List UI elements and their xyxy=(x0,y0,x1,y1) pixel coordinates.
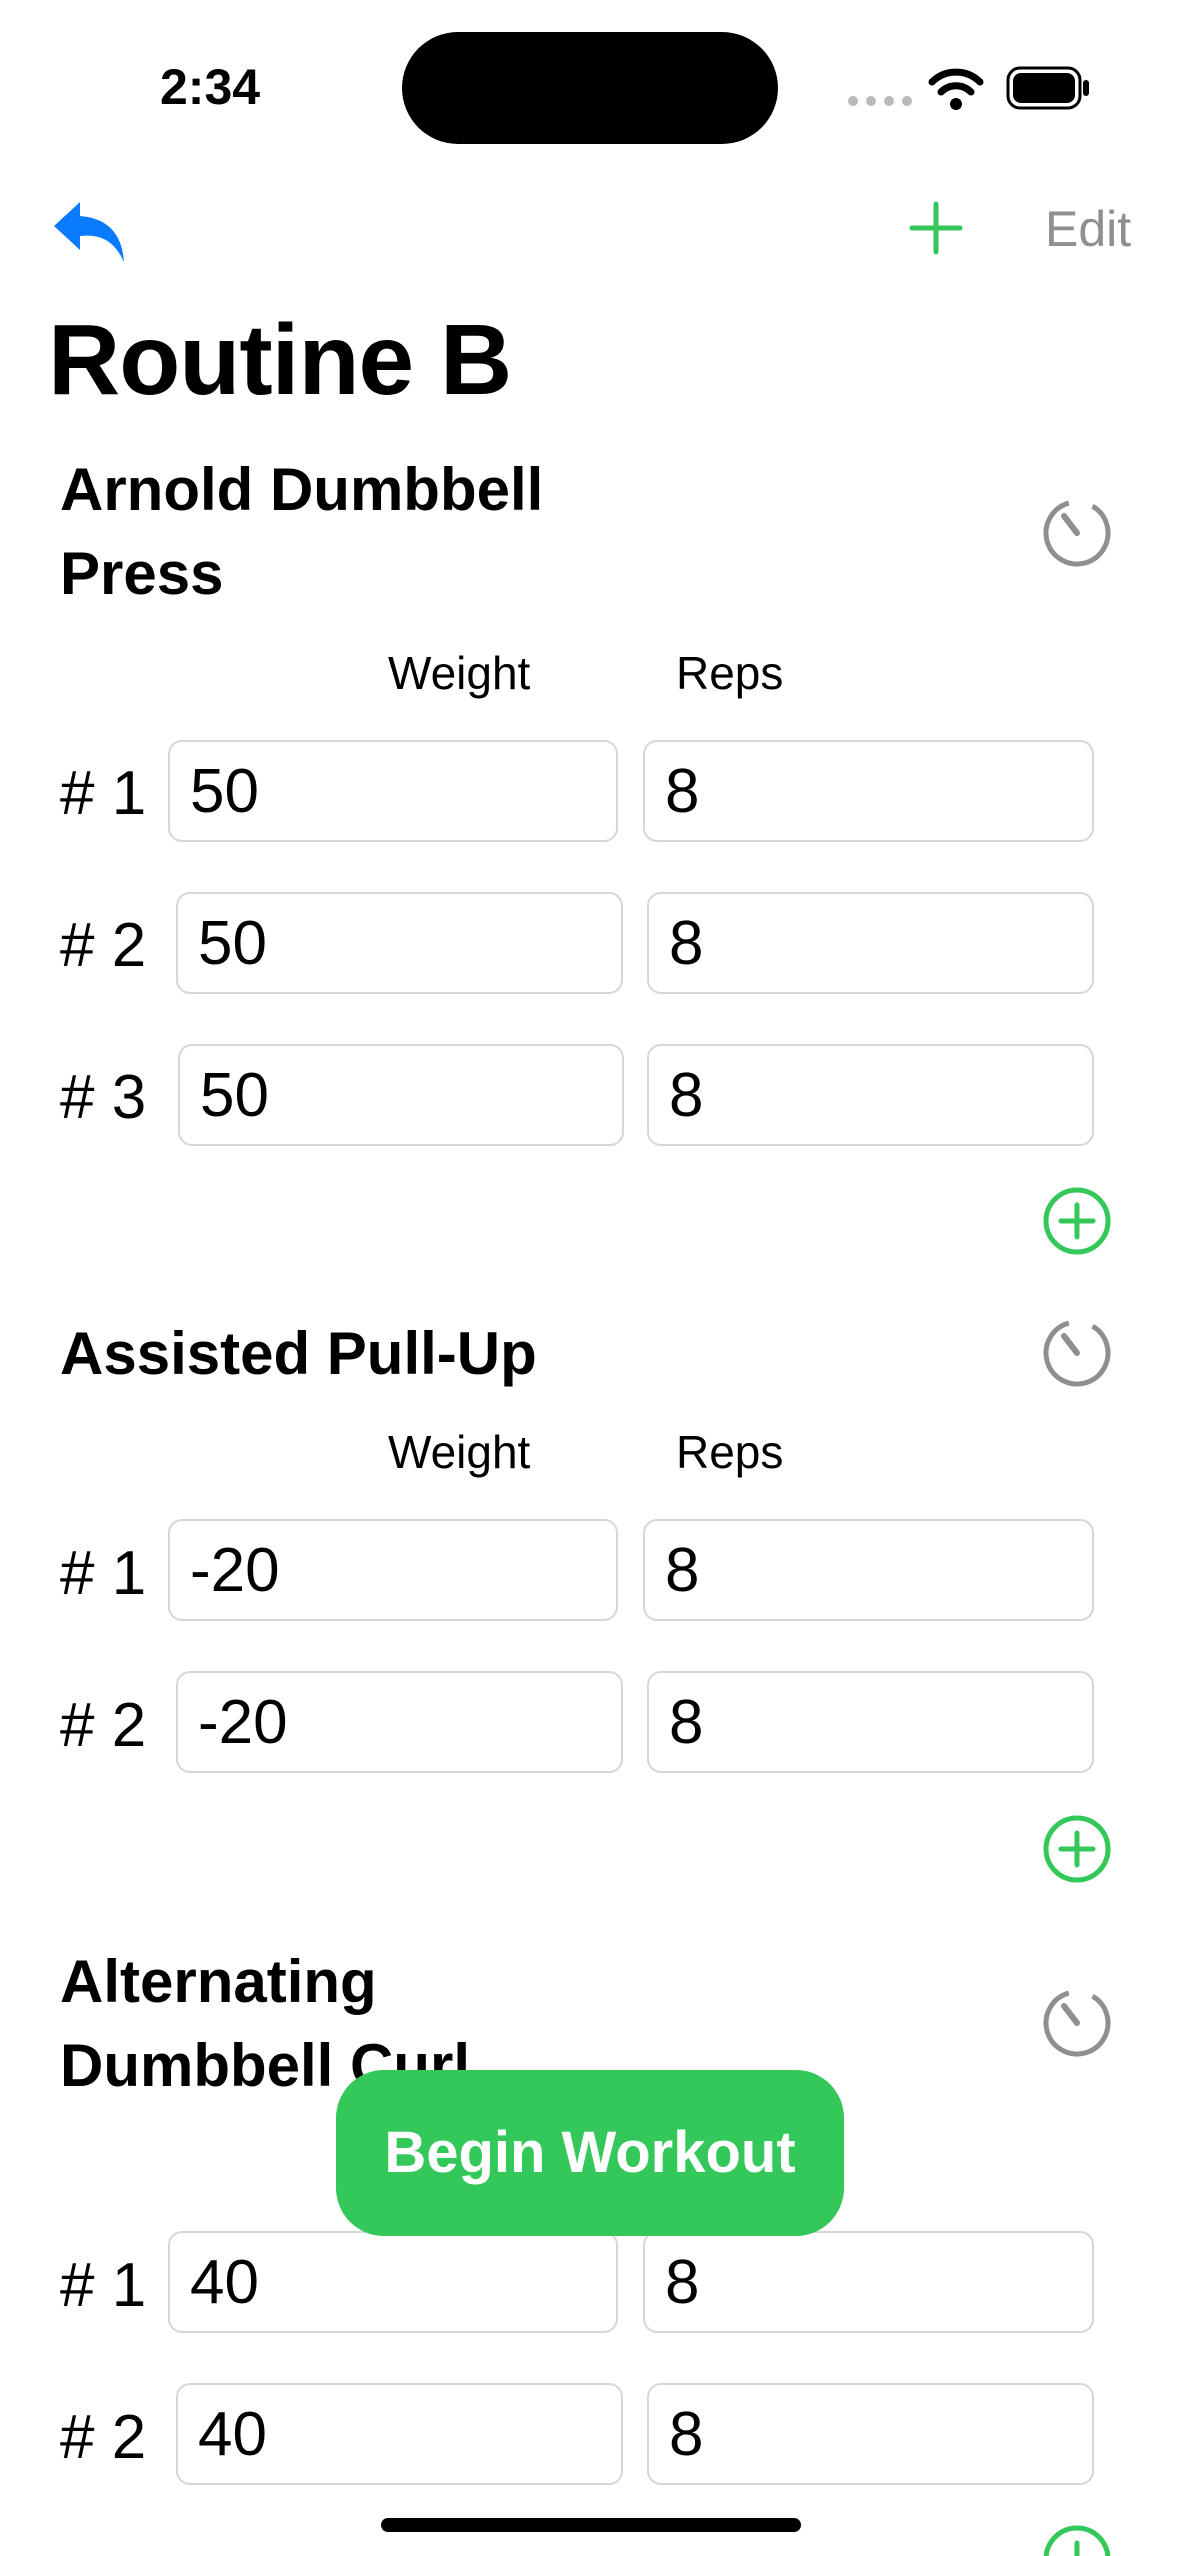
reps-column-header: Reps xyxy=(676,1426,784,1478)
reps-input[interactable]: 8 xyxy=(643,740,1094,842)
reps-input[interactable]: 8 xyxy=(647,1671,1094,1773)
timer-icon[interactable] xyxy=(1042,1318,1112,1388)
set-label: # 2 xyxy=(60,911,147,980)
weight-column-header: Weight xyxy=(388,1426,531,1478)
dynamic-island xyxy=(402,32,778,144)
battery-icon xyxy=(1006,66,1089,110)
page-title: Routine B xyxy=(48,304,512,416)
plus-icon[interactable] xyxy=(908,200,964,256)
add-set-icon[interactable] xyxy=(1042,2524,1112,2556)
weight-input[interactable]: 50 xyxy=(176,892,623,994)
exercise-name: Arnold Dumbbell Press xyxy=(60,456,544,607)
weight-input[interactable]: -20 xyxy=(168,1519,618,1621)
wifi-icon xyxy=(928,68,984,110)
set-label: # 1 xyxy=(60,1539,147,1608)
reps-input[interactable]: 8 xyxy=(647,2383,1094,2485)
begin-workout-button[interactable]: Begin Workout xyxy=(336,2070,844,2236)
weight-input[interactable]: 50 xyxy=(168,740,618,842)
reps-input[interactable]: 8 xyxy=(647,892,1094,994)
weight-input[interactable]: 50 xyxy=(178,1044,624,1146)
add-set-icon[interactable] xyxy=(1042,1814,1112,1884)
add-set-icon[interactable] xyxy=(1042,1186,1112,1256)
set-label: # 1 xyxy=(60,2251,147,2320)
status-time: 2:34 xyxy=(160,59,261,115)
weight-input[interactable]: 40 xyxy=(168,2231,618,2333)
weight-input[interactable]: -20 xyxy=(176,1671,623,1773)
timer-icon[interactable] xyxy=(1042,498,1112,568)
home-indicator xyxy=(381,2518,801,2532)
set-label: # 3 xyxy=(60,1063,147,1132)
edit-button[interactable]: Edit xyxy=(1045,200,1131,258)
cellular-signal-icon xyxy=(848,96,912,106)
reps-column-header: Reps xyxy=(676,647,784,699)
exercise-name: Assisted Pull-Up xyxy=(60,1320,537,1387)
reps-input[interactable]: 8 xyxy=(647,1044,1094,1146)
set-label: # 2 xyxy=(60,2403,147,2472)
timer-icon[interactable] xyxy=(1042,1988,1112,2058)
set-label: # 2 xyxy=(60,1691,147,1760)
reps-input[interactable]: 8 xyxy=(643,1519,1094,1621)
set-label: # 1 xyxy=(60,759,147,828)
reps-input[interactable]: 8 xyxy=(643,2231,1094,2333)
back-arrow-icon[interactable] xyxy=(50,196,130,268)
weight-column-header: Weight xyxy=(388,647,531,699)
weight-input[interactable]: 40 xyxy=(176,2383,623,2485)
